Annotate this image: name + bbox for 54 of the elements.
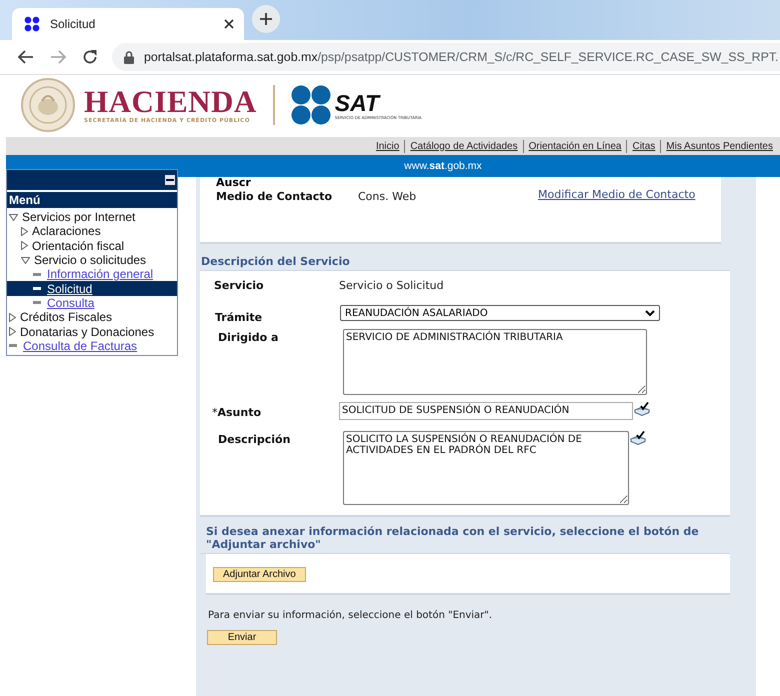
field-label: Descripción [218,432,292,446]
nav-link[interactable]: Citas [627,140,660,152]
four-circles-logo-icon [290,85,331,125]
dash-icon [33,272,41,276]
text-area[interactable]: SERVICIO DE ADMINISTRACIÓN TRIBUTARIA [343,329,647,395]
nav-link[interactable]: Mis Asuntos Pendientes [661,140,778,152]
collapse-button[interactable] [165,175,175,185]
minus-icon [166,179,174,181]
menu-item[interactable]: Aclaraciones [32,224,101,238]
chevron-down-icon [645,310,655,316]
agency-title: SAT [334,90,381,114]
field-label: Dirigido a [218,330,280,344]
field-label: Auscr [216,177,252,189]
field-label: Medio de Contacto [216,190,334,203]
input-field[interactable]: SOLICITUD DE SUSPENSIÓN O REANUDACIÓN [339,402,633,420]
dash-icon [9,344,17,348]
menu-item[interactable]: Orientación fiscal [32,238,124,253]
field-label: Servicio [214,279,265,292]
nav-link[interactable]: Inicio [370,140,404,152]
dash-icon [33,301,41,304]
menu-link[interactable]: Solicitud [7,281,177,296]
field-value: Servicio o Solicitud [339,279,444,292]
send-button[interactable]: Enviar [207,630,277,645]
back-arrow-icon [18,50,34,64]
nav-link[interactable]: Orientación en Línea [524,140,626,152]
dash-icon [33,287,41,290]
reload-icon [82,49,98,65]
lock-icon [124,50,134,64]
field-value: Cons. Web [358,190,418,203]
menu-item[interactable]: Créditos Fiscales [20,310,112,324]
menu-item[interactable]: Donatarias y Donaciones [20,324,154,339]
forward-arrow-icon [50,50,66,64]
tab-title: Solicitud [50,17,96,31]
close-icon [224,19,234,29]
browser-tab[interactable]: Solicitud [12,8,244,40]
plus-icon [260,13,272,25]
text-area[interactable]: SOLICITO LA SUSPENSIÓN O REANUDACIÓN DE ACTIVIDADES EN EL PADRÓN DEL RFC [343,431,629,505]
field-label: *Asunto [212,405,262,419]
address-field[interactable]: portalsat.plataforma.sat.gob.mx/psp/psatpp/CUSTOMER/CRM_S/c/RC_SELF_SERVICE.RC_CASE_SW_SS_RPT. [112,43,780,71]
four-dots-icon [24,16,40,32]
modify-contact-link[interactable]: Modificar Medio de Contacto [538,188,696,201]
menu-item[interactable]: Servicio o solicitudes [34,253,146,268]
nav-link[interactable]: Catálogo de Actividades [405,140,523,152]
new-tab-button[interactable] [252,5,280,33]
menu-title: Menú [7,190,177,209]
seal-drawing [20,77,76,133]
site-url: www.sat.gob.mx [403,160,482,172]
instruction-text: Para enviar su información, seleccione el botón "Enviar". [208,610,494,621]
agency-title: HACIENDA [84,86,257,118]
url-text: portalsat.plataforma.sat.gob.mx/psp/psatpp/CUSTOMER/CRM_S/c/RC_SELF_SERVICE.RC_CASE_SW_SS_RPT. [144,50,778,64]
tramite-dropdown[interactable]: REANUDACIÓN ASALARIADO [340,305,660,321]
menu-item[interactable]: Servicios por Internet [22,210,136,224]
attach-file-button[interactable]: Adjuntar Archivo [213,567,306,582]
field-label: Trámite [215,310,264,324]
